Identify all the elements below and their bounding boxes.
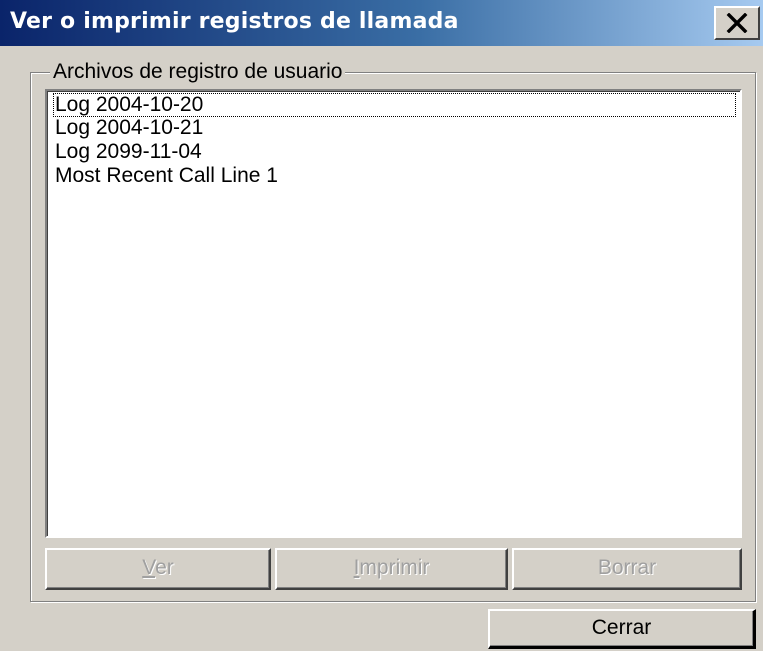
list-item[interactable]: Log 2004-10-21 bbox=[55, 116, 203, 140]
list-item[interactable]: Most Recent Call Line 1 bbox=[55, 164, 278, 188]
ver-mnemonic: V bbox=[142, 556, 156, 579]
ver-label: er bbox=[155, 556, 174, 579]
log-files-listbox[interactable]: Log 2004-10-20 Log 2004-10-21 Log 2099-1… bbox=[45, 89, 742, 538]
close-icon bbox=[726, 13, 748, 33]
list-item[interactable]: Log 2099-11-04 bbox=[55, 140, 202, 164]
window-title: Ver o imprimir registros de llamada bbox=[10, 9, 459, 34]
imprimir-button[interactable]: Imprimir bbox=[275, 548, 508, 590]
imprimir-label: mprimir bbox=[359, 556, 430, 579]
title-bar[interactable]: Ver o imprimir registros de llamada bbox=[0, 0, 763, 46]
list-item[interactable]: Log 2004-10-20 bbox=[53, 93, 736, 117]
dialog-window: Ver o imprimir registros de llamada Arch… bbox=[0, 0, 763, 651]
ver-button[interactable]: Ver bbox=[45, 548, 271, 590]
borrar-button[interactable]: Borrar bbox=[512, 548, 742, 590]
group-label: Archivos de registro de usuario bbox=[50, 60, 346, 84]
close-button[interactable] bbox=[714, 6, 760, 40]
cerrar-button[interactable]: Cerrar bbox=[488, 609, 756, 649]
